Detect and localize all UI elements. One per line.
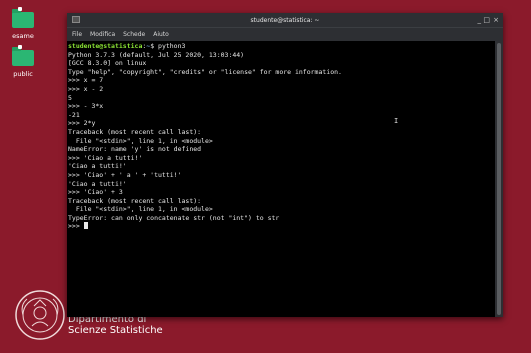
python-prompt-line[interactable]: >>> [68, 222, 495, 231]
terminal-line: TypeError: can only concatenate str (not… [68, 213, 280, 222]
terminal-line: File "<stdin>", line 1, in <module> [68, 205, 213, 214]
python-prompt: >>> [68, 222, 84, 231]
menu-file[interactable]: File [72, 31, 82, 38]
terminal-line: 'Ciao a tutti!' [68, 162, 127, 171]
terminal-line: -21 [68, 110, 80, 119]
desktop-icon-public[interactable]: public [3, 45, 43, 78]
terminal-line: NameError: name 'y' is not defined [68, 145, 202, 154]
terminal-line: >>> - 3*x [68, 102, 104, 111]
menu-schede[interactable]: Schede [123, 31, 145, 38]
terminal-line: Traceback (most recent call last): [68, 196, 202, 205]
terminal-line: File "<stdin>", line 1, in <module> [68, 136, 213, 145]
shell-prompt-line: studente@statistica:~$ python3 [68, 42, 495, 51]
terminal-line: >>> x - 2 [68, 84, 104, 93]
menu-bar: File Modifica Schede Aiuto [67, 27, 503, 41]
folder-icon [12, 7, 34, 28]
prompt-user: studente@statistica [68, 42, 143, 50]
terminal-line: 'Ciao a tutti!' [68, 179, 127, 188]
terminal-line: Type "help", "copyright", "credits" or "… [68, 67, 342, 76]
shell-command: python3 [158, 42, 186, 50]
mouse-ibeam-cursor-icon: I [394, 117, 399, 125]
terminal-line: >>> 'Ciao a tutti!' [68, 153, 143, 162]
terminal-line: >>> 'Ciao' + ' a ' + 'tutti!' [68, 170, 182, 179]
menu-modifica[interactable]: Modifica [90, 31, 115, 38]
text-cursor [83, 222, 88, 230]
window-titlebar[interactable]: studente@statistica: ~ _ □ × [67, 13, 503, 27]
terminal-line: Traceback (most recent call last): [68, 127, 202, 136]
folder-icon [12, 45, 34, 66]
terminal-output[interactable]: studente@statistica:~$ python3 Python 3.… [67, 41, 495, 317]
menu-aiuto[interactable]: Aiuto [153, 31, 169, 38]
terminal-line: 5 [68, 93, 72, 102]
terminal-line: Python 3.7.3 (default, Jul 25 2020, 13:0… [68, 50, 245, 59]
university-seal-logo [15, 290, 65, 340]
terminal-window[interactable]: studente@statistica: ~ _ □ × File Modifi… [67, 13, 503, 317]
desktop-icon-esame[interactable]: esame [3, 7, 43, 40]
department-line-2: Scienze Statistiche [68, 325, 163, 336]
desktop-icon-label: esame [12, 32, 34, 40]
terminal-scrollbar[interactable] [495, 41, 503, 317]
scrollbar-thumb[interactable] [497, 43, 501, 315]
terminal-line: >>> x = 7 [68, 76, 104, 85]
terminal-line: >>> 2*y [68, 119, 96, 128]
minimize-icon[interactable]: _ [478, 15, 482, 25]
terminal-line: >>> 'Ciao' + 3 [68, 188, 123, 197]
maximize-icon[interactable]: □ [483, 15, 490, 25]
terminal-app-icon [72, 16, 80, 23]
window-title: studente@statistica: ~ [250, 16, 320, 24]
terminal-line: [GCC 8.3.0] on linux [68, 59, 147, 68]
department-name: Dipartimento di Scienze Statistiche [68, 314, 163, 336]
prompt-end: $ [150, 42, 159, 50]
close-icon[interactable]: × [493, 15, 499, 25]
desktop-icon-label: public [13, 70, 33, 78]
